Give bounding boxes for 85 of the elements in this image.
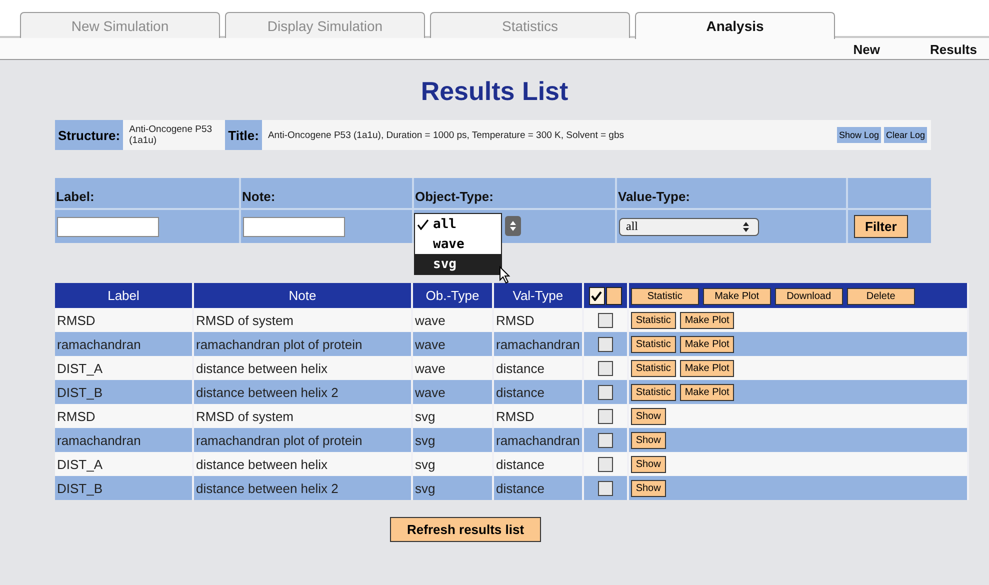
action-button[interactable]: Statistic (630, 312, 676, 329)
label-input-field[interactable] (57, 216, 159, 236)
table-cell: RMSD (55, 404, 193, 428)
table-cell: ramachandran plot of protein (193, 332, 412, 356)
table-cell: ramachandran (55, 428, 193, 452)
note-input-field[interactable] (243, 216, 345, 236)
refresh-button[interactable]: Refresh results list (390, 517, 542, 542)
table-cell: distance (493, 452, 583, 476)
action-button[interactable]: Show (630, 432, 666, 449)
select-all-checkbox[interactable] (588, 286, 605, 304)
dropdown-option[interactable]: wave (415, 234, 501, 254)
structure-value: Anti-Oncogene P53 (1a1u) (128, 124, 214, 146)
action-button[interactable]: Make Plot (680, 336, 734, 353)
table-cell: svg (412, 452, 493, 476)
table-cell: ramachandran (55, 332, 193, 356)
action-button[interactable]: Download (774, 288, 843, 304)
value-type-dropdown[interactable]: all (619, 218, 759, 236)
nav-link[interactable]: New (853, 42, 880, 59)
table-cell: distance between helix 2 (193, 476, 412, 500)
table-cell: wave (412, 332, 493, 356)
table-cell: svg (412, 476, 493, 500)
filter-heading: Object-Type: (414, 178, 615, 208)
column-header: Val-Type (493, 283, 583, 308)
table-cell: distance (493, 356, 583, 380)
table-cell: ramachandran (493, 332, 583, 356)
table-cell: distance between helix (193, 452, 412, 476)
nav-link[interactable]: Results (930, 42, 977, 59)
table-cell: DIST_B (55, 476, 193, 500)
action-button[interactable]: Statistic (630, 384, 676, 401)
filter-heading: Label: (55, 178, 239, 208)
table-cell: svg (412, 428, 493, 452)
table-cell: distance between helix 2 (193, 380, 412, 404)
action-button[interactable]: Delete (846, 288, 915, 304)
table-cell: distance (493, 476, 583, 500)
action-button[interactable]: Show (630, 456, 666, 473)
action-button[interactable]: Make Plot (680, 312, 734, 329)
action-button[interactable]: Make Plot (680, 360, 734, 377)
row-checkbox[interactable] (598, 457, 613, 472)
table-cell: wave (412, 308, 493, 332)
action-button[interactable]: Statistic (630, 288, 699, 304)
column-header: Note (193, 283, 412, 308)
table-cell: RMSD of system (193, 404, 412, 428)
title-value: Anti-Oncogene P53 (1a1u), Duration = 1000 ps, Temperature = 300 K, Solvent = gbs (266, 130, 625, 140)
filter-button[interactable]: Filter (854, 215, 908, 238)
action-button[interactable]: Show (630, 408, 666, 425)
table-cell: DIST_B (55, 380, 193, 404)
row-checkbox[interactable] (598, 409, 613, 424)
row-checkbox[interactable] (598, 433, 613, 448)
tab[interactable]: Analysis (635, 12, 835, 39)
table-cell: distance (493, 380, 583, 404)
filter-heading: Value-Type: (617, 178, 846, 208)
filter-heading: Note: (241, 178, 412, 208)
action-button[interactable]: Show (630, 480, 666, 497)
table-cell: ramachandran plot of protein (193, 428, 412, 452)
row-checkbox[interactable] (598, 385, 613, 400)
table-cell: wave (412, 380, 493, 404)
title-label: Title: (225, 120, 262, 150)
log-button[interactable]: Show Log (836, 127, 881, 143)
log-button[interactable]: Clear Log (884, 127, 927, 143)
dropdown-stepper-icon[interactable] (505, 216, 521, 236)
stepper-icon (742, 220, 750, 232)
table-cell: svg (412, 404, 493, 428)
table-cell: DIST_A (55, 356, 193, 380)
table-cell: RMSD (55, 308, 193, 332)
table-cell: wave (412, 356, 493, 380)
table-cell: DIST_A (55, 452, 193, 476)
table-cell: distance between helix (193, 356, 412, 380)
row-checkbox[interactable] (598, 481, 613, 496)
row-checkbox[interactable] (598, 337, 613, 352)
table-cell: RMSD (493, 308, 583, 332)
action-button[interactable]: Statistic (630, 360, 676, 377)
row-checkbox[interactable] (598, 361, 613, 376)
header-box (606, 286, 622, 304)
table-cell: RMSD (493, 404, 583, 428)
structure-label: Structure: (55, 120, 124, 150)
column-header: Ob.-Type (412, 283, 493, 308)
action-button[interactable]: Make Plot (680, 384, 734, 401)
action-button[interactable]: Statistic (630, 336, 676, 353)
action-button[interactable]: Make Plot (702, 288, 771, 304)
dropdown-option[interactable]: svg (415, 254, 501, 274)
page-title: Results List (420, 76, 570, 108)
table-cell: RMSD of system (193, 308, 412, 332)
row-checkbox[interactable] (598, 313, 613, 328)
table-cell: ramachandran (493, 428, 583, 452)
column-header: Label (55, 283, 193, 308)
